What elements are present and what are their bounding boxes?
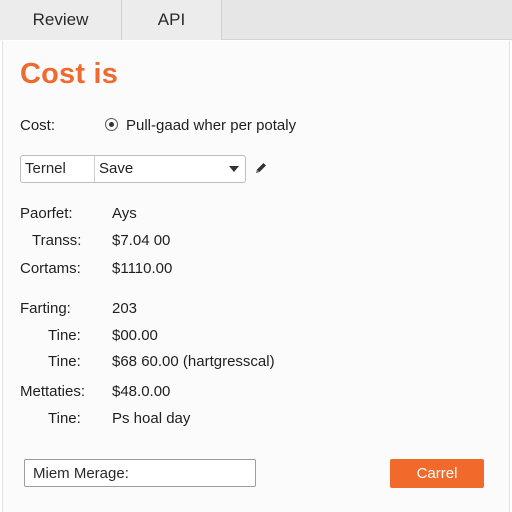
pencil-icon[interactable] bbox=[254, 161, 268, 175]
select-value[interactable]: Save bbox=[99, 156, 133, 182]
detail-label: Paorfet: bbox=[20, 205, 73, 222]
plan-select[interactable]: Ternel Save bbox=[20, 155, 246, 183]
detail-label: Tine: bbox=[48, 410, 81, 427]
detail-value: Ps hoal day bbox=[112, 410, 191, 427]
detail-value: 203 bbox=[112, 300, 138, 317]
message-input[interactable] bbox=[24, 459, 256, 487]
detail-label: Mettaties: bbox=[20, 383, 86, 400]
chevron-down-icon[interactable] bbox=[229, 166, 239, 172]
tab-api[interactable]: API bbox=[122, 0, 222, 40]
detail-label: Tine: bbox=[48, 327, 81, 344]
tab-review[interactable]: Review bbox=[0, 0, 122, 40]
detail-value: Ays bbox=[112, 205, 137, 222]
select-prefix-label: Ternel bbox=[21, 156, 95, 182]
detail-value: $48.0.00 bbox=[112, 383, 171, 400]
detail-value: $68 60.00 (hartgresscal) bbox=[112, 353, 275, 370]
detail-value: $7.04 00 bbox=[112, 232, 171, 249]
detail-label: Tine: bbox=[48, 353, 81, 370]
detail-value: $00.00 bbox=[112, 327, 158, 344]
detail-value: $1110.00 bbox=[112, 260, 173, 277]
cost-radio-label[interactable]: Pull-gaad wher per potaly bbox=[126, 117, 296, 134]
detail-label: Cortams: bbox=[20, 260, 81, 277]
detail-label: Transs: bbox=[32, 232, 82, 249]
page-title: Cost is bbox=[20, 58, 119, 90]
cancel-button[interactable]: Carrel bbox=[390, 459, 484, 488]
cost-label: Cost: bbox=[20, 117, 56, 134]
cost-radio-button[interactable] bbox=[105, 118, 118, 131]
detail-label: Farting: bbox=[20, 300, 71, 317]
tab-bar: Review API bbox=[0, 0, 512, 40]
